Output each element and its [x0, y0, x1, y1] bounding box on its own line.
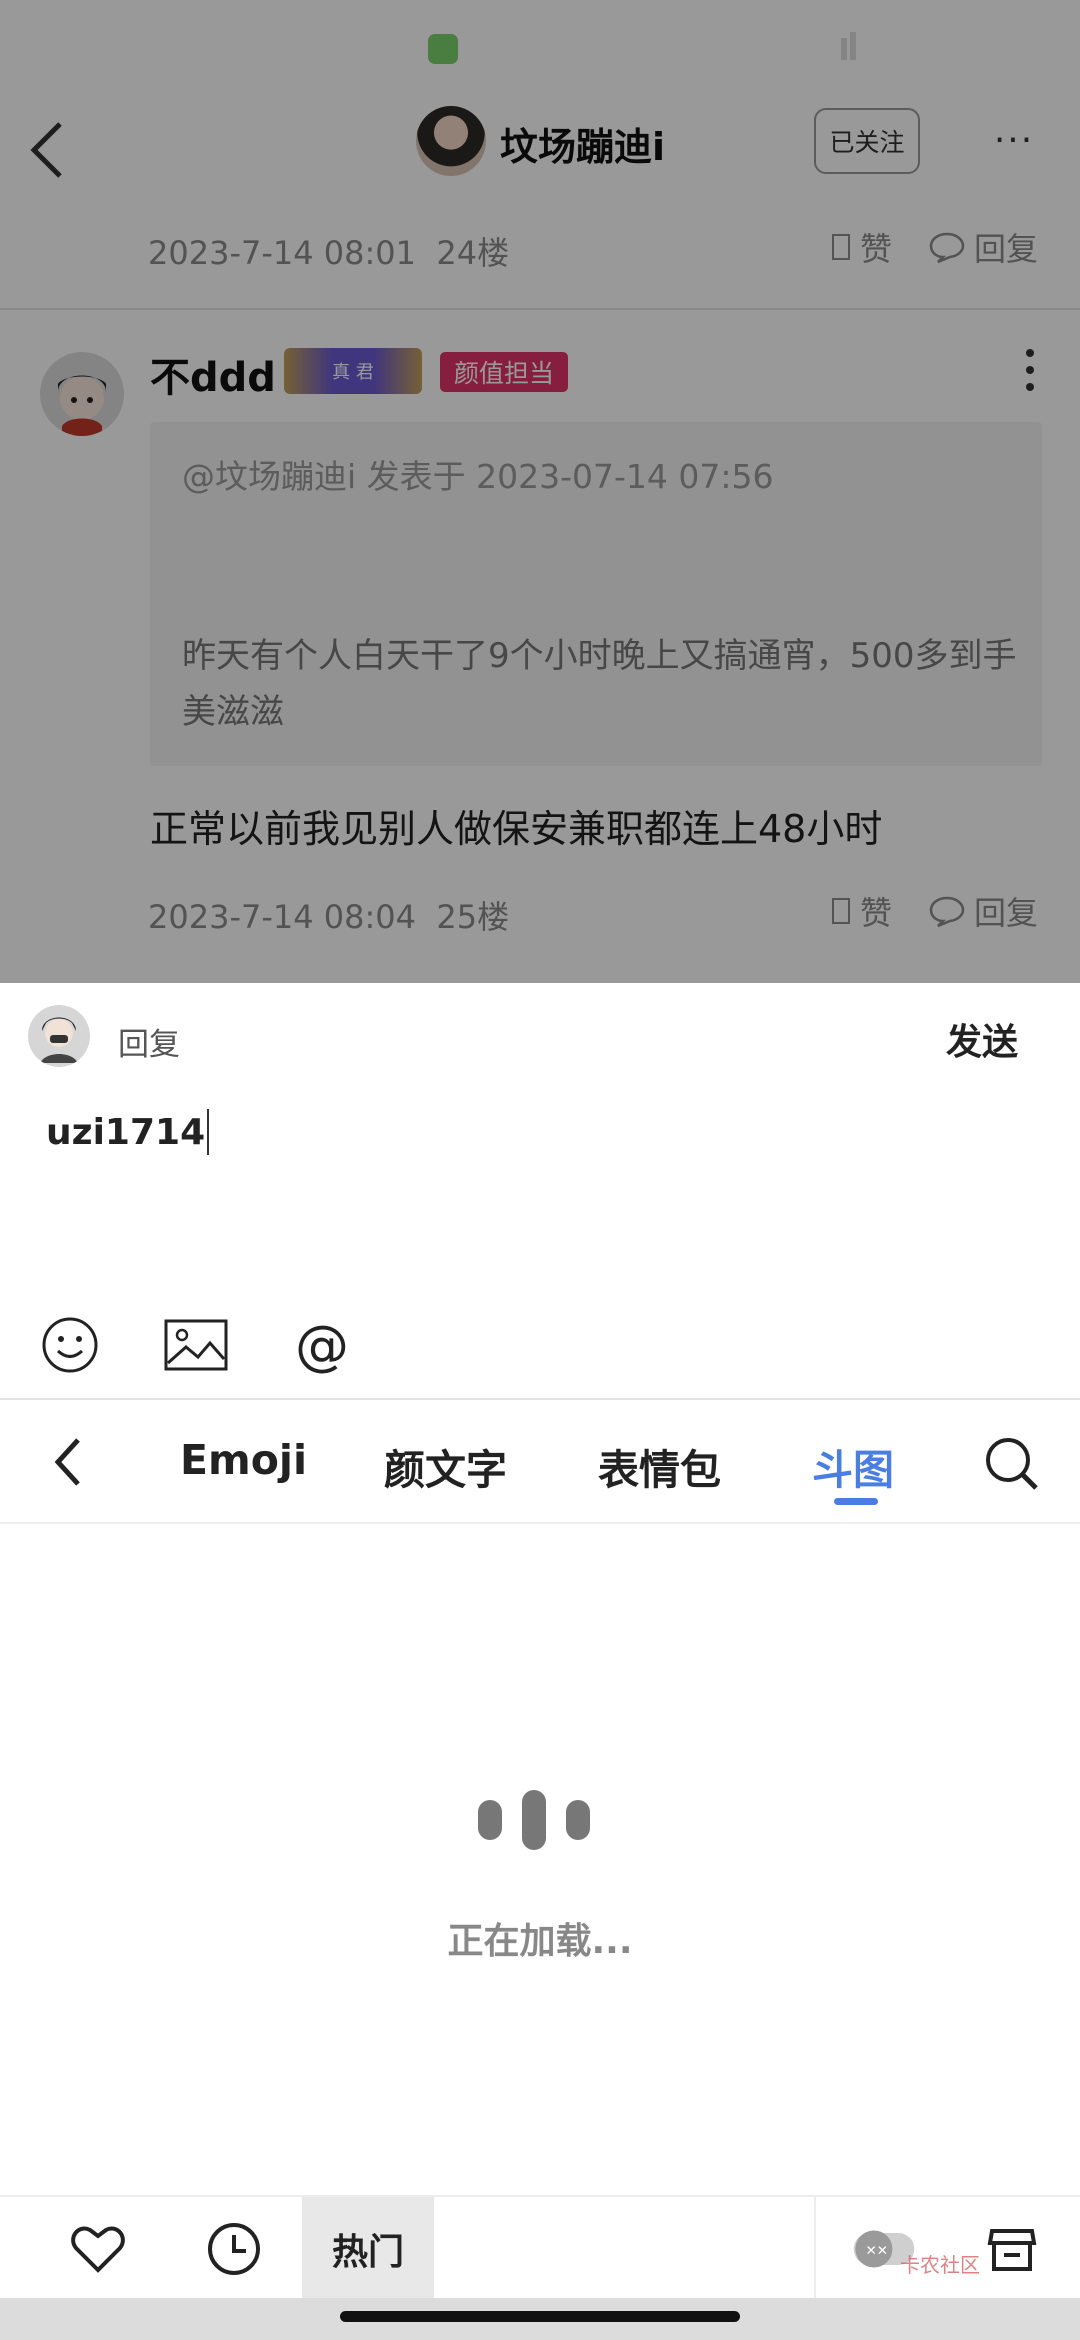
comment-bubble-icon	[929, 896, 965, 928]
home-indicator[interactable]	[340, 2311, 740, 2322]
reply-compose-panel: 回复 发送 uzi1714 @	[0, 983, 1080, 1398]
reply-input-value: uzi1714	[46, 1111, 206, 1153]
commenter-avatar[interactable]	[40, 352, 124, 436]
mention-button[interactable]: @	[290, 1313, 354, 1377]
comment-text: 正常以前我见别人做保安兼职都连上48小时	[150, 807, 883, 851]
medal-badge: 真 君	[284, 348, 422, 394]
emoji-search-button[interactable]	[984, 1436, 1040, 1492]
search-icon	[986, 1438, 1038, 1490]
my-avatar	[28, 1005, 90, 1067]
reply-input[interactable]: uzi1714	[46, 1109, 210, 1155]
commenter-name[interactable]: 不ddd	[150, 345, 276, 403]
at-icon: @	[295, 1313, 349, 1377]
follow-button[interactable]: 已关注	[814, 108, 920, 174]
hot-tab[interactable]: 热门	[302, 2197, 434, 2300]
image-icon	[164, 1319, 228, 1371]
status-time: 上午8:30	[56, 32, 209, 72]
thumb-icon	[831, 898, 850, 924]
quote-header: @坟场蹦迪i 发表于 2023-07-14 07:56	[182, 457, 774, 496]
like-button[interactable]: 赞	[830, 888, 892, 934]
back-button[interactable]	[20, 112, 90, 188]
comment-bubble-icon	[929, 232, 965, 264]
emoji-panel: Emoji 颜文字 表情包 斗图 正在加载...	[0, 1398, 1080, 2195]
watermark: 卡农社区	[900, 2253, 980, 2277]
sticker-category-bar: 热门 ✕✕ 卡农社区	[0, 2195, 1080, 2300]
wifi-icon	[874, 22, 918, 65]
divider	[814, 2197, 816, 2300]
image-button[interactable]	[164, 1313, 228, 1377]
reply-button[interactable]: 回复	[928, 888, 1038, 934]
status-bar: 上午8:30 | 0.5K/s HD 4	[0, 0, 1080, 90]
svg-text:✕✕: ✕✕	[865, 2243, 888, 2259]
loading-text: 正在加载...	[447, 1921, 633, 1962]
smiley-icon	[42, 1317, 98, 1373]
more-options-button[interactable]: ···	[984, 120, 1044, 161]
reply-button[interactable]: 回复	[928, 224, 1038, 270]
home-indicator-area	[0, 2298, 1080, 2340]
recent-button[interactable]	[202, 2217, 266, 2281]
emoji-button[interactable]	[38, 1313, 102, 1377]
tab-emoji[interactable]: Emoji	[180, 1436, 307, 1484]
title-badge: 颜值担当	[440, 352, 569, 392]
loading-spinner	[478, 1790, 590, 1850]
author-avatar[interactable]	[416, 106, 486, 176]
comment-more-button[interactable]	[1020, 345, 1040, 395]
emoji-tab-bar: Emoji 颜文字 表情包 斗图	[0, 1400, 1080, 1524]
status-net-speed: 0.5K/s	[241, 28, 361, 69]
heart-icon	[71, 2226, 125, 2273]
battery-icon: 4	[936, 27, 1004, 60]
text-caret	[207, 1109, 210, 1155]
top-nav: 坟场蹦迪i 已关注 ···	[0, 90, 1080, 210]
store-icon	[987, 2229, 1037, 2271]
charging-icon	[1022, 24, 1040, 64]
compose-toolbar: @	[38, 1313, 354, 1377]
floor-24-date: 2023-7-14 08:01 24楼	[148, 234, 510, 272]
post-page-background: 上午8:30 | 0.5K/s HD 4 坟场蹦迪i 已关注 ··· 2023-…	[0, 0, 1080, 983]
chevron-left-icon	[54, 1438, 80, 1486]
like-button[interactable]: 赞	[830, 224, 892, 270]
send-button[interactable]: 发送	[946, 1013, 1018, 1065]
favorites-button[interactable]	[66, 2217, 130, 2281]
signal-icon: HD	[823, 22, 856, 60]
emoji-back-button[interactable]	[48, 1434, 92, 1490]
clock-icon	[208, 2223, 260, 2275]
mute-icon	[370, 24, 410, 73]
active-tab-indicator	[834, 1498, 878, 1505]
floor-24-meta: 2023-7-14 08:01 24楼 赞 回复	[0, 220, 1080, 280]
vertical-dots-icon	[1026, 349, 1034, 391]
divider	[0, 308, 1080, 310]
sticker-store-button[interactable]	[980, 2217, 1044, 2281]
floor-25-date: 2023-7-14 08:04 25楼	[148, 898, 510, 936]
author-name[interactable]: 坟场蹦迪i	[500, 116, 665, 171]
quoted-post: @坟场蹦迪i 发表于 2023-07-14 07:56 昨天有个人白天干了9个小…	[150, 422, 1042, 766]
tab-meme-battle[interactable]: 斗图	[812, 1436, 894, 1496]
floor-25-meta: 2023-7-14 08:04 25楼 赞 回复	[0, 884, 1080, 944]
tab-kaomoji[interactable]: 颜文字	[384, 1436, 507, 1496]
thumb-icon	[831, 234, 850, 260]
reply-label: 回复	[118, 1027, 180, 1063]
app-notification-icon	[428, 33, 459, 64]
back-arrow-icon	[30, 122, 62, 178]
quote-body: 昨天有个人白天干了9个小时晚上又搞通宵，500多到手美滋滋	[182, 636, 1017, 732]
tab-sticker-pack[interactable]: 表情包	[598, 1436, 721, 1496]
